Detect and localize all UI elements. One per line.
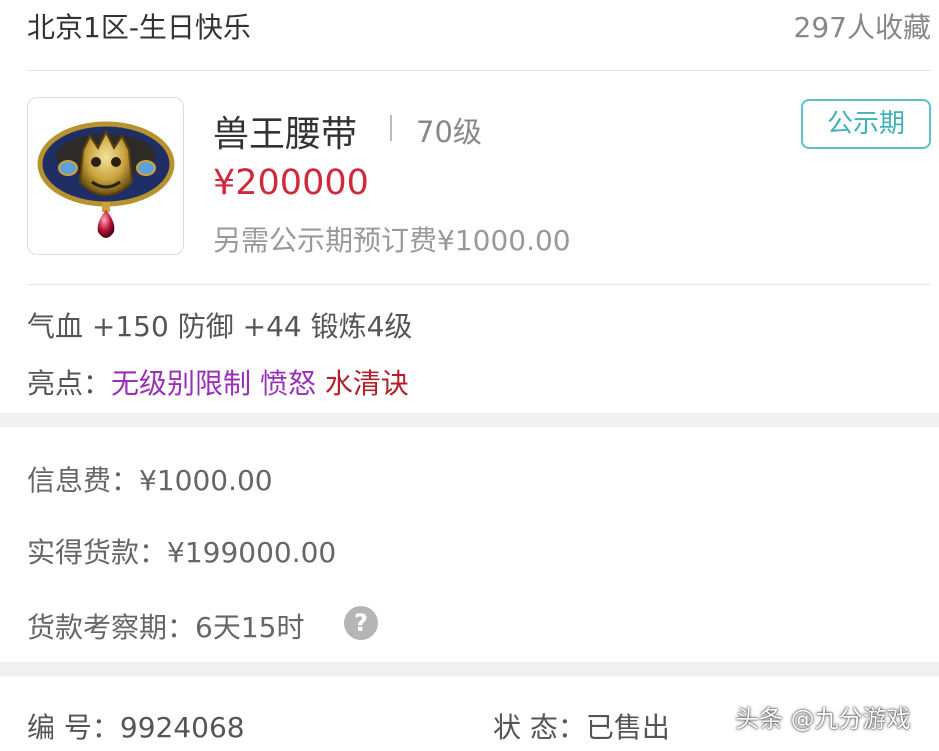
review-period: 货款考察期：6天15时 — [27, 611, 305, 644]
info-fee: 信息费：¥1000.00 — [27, 464, 273, 497]
item-price: ¥200000 — [213, 163, 369, 203]
item-stats: 气血 +150 防御 +44 锻炼4级 — [27, 310, 413, 343]
divider — [27, 70, 931, 71]
favorites-count[interactable]: 297人收藏 — [794, 6, 931, 46]
belt-item-icon[interactable] — [27, 97, 184, 255]
help-icon[interactable]: ? — [344, 606, 378, 640]
listing-id: 编 号：9924068 — [27, 711, 245, 744]
divider — [27, 284, 931, 285]
highlights-label: 亮点： — [27, 367, 112, 400]
item-name: 兽王腰带 — [213, 114, 358, 155]
section-divider — [0, 662, 939, 676]
status-badge: 公示期 — [801, 99, 931, 149]
server-name: 北京1区-生日快乐 — [27, 11, 251, 44]
highlight-tag: 愤怒 — [259, 367, 316, 400]
reservation-fee: 另需公示期预订费¥1000.00 — [213, 224, 571, 257]
net-payment: 实得货款：¥199000.00 — [27, 536, 337, 569]
title-separator — [390, 115, 392, 141]
highlights-row: 亮点：无级别限制 愤怒 水清诀 — [27, 362, 409, 402]
listing-status: 状 态：已售出 — [493, 711, 670, 744]
watermark: 头条 @九分游戏 — [735, 705, 911, 733]
highlight-tag: 水清诀 — [324, 367, 409, 400]
item-level: 70级 — [416, 115, 482, 149]
highlight-tag: 无级别限制 — [111, 367, 252, 400]
section-divider — [0, 413, 939, 427]
